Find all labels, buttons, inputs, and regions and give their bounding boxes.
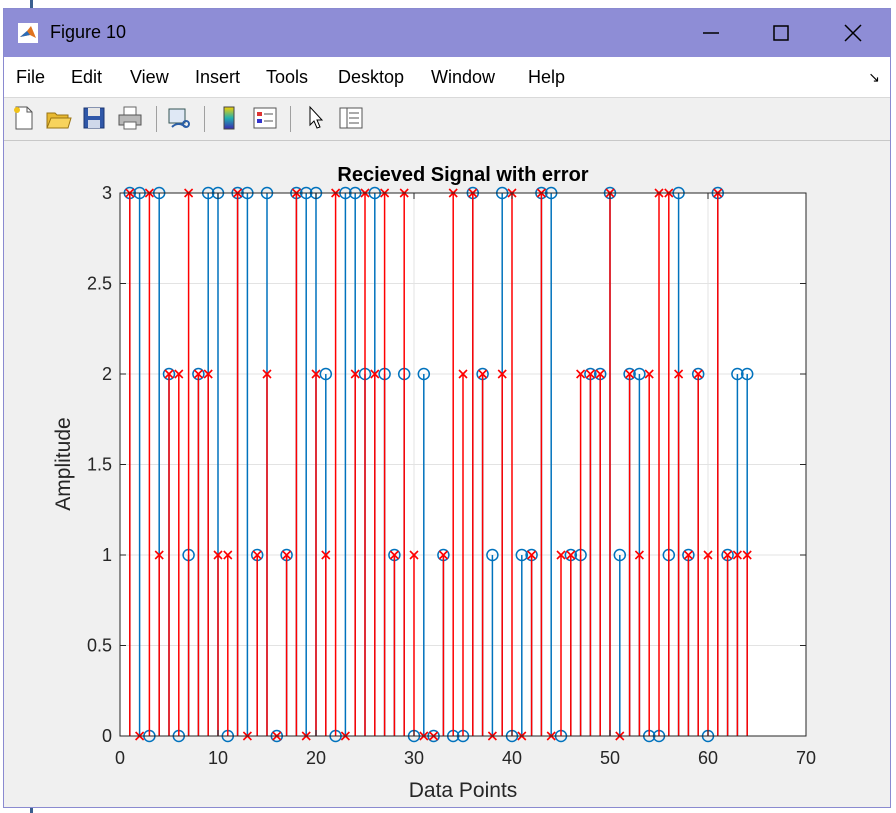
legend-icon[interactable]: [251, 104, 279, 132]
toolbar-separator: [156, 106, 157, 132]
close-button[interactable]: [818, 9, 888, 57]
maximize-icon: [773, 25, 789, 41]
minimize-icon: [703, 32, 719, 34]
y-tick-label: 1.5: [87, 455, 112, 475]
minimize-button[interactable]: [676, 9, 746, 57]
open-file-icon[interactable]: [44, 104, 72, 132]
stem-chart: 0 10 20 30 40 50 60 70 0 0.5 1 1.5 2 2.5 3 Recieved Si…: [52, 164, 816, 802]
menu-view[interactable]: View: [130, 67, 169, 88]
colorbar-icon[interactable]: [216, 104, 244, 132]
x-tick-label: 40: [502, 748, 522, 768]
save-icon[interactable]: [80, 104, 108, 132]
x-tick-label: 30: [404, 748, 424, 768]
menu-insert[interactable]: Insert: [195, 67, 240, 88]
figure-canvas: 0 10 20 30 40 50 60 70 0 0.5 1 1.5 2 2.5 3 Recieved Si…: [4, 141, 890, 807]
close-icon: [844, 24, 862, 42]
menu-bar: File Edit View Insert Tools Desktop Wind…: [4, 57, 890, 98]
matlab-logo-icon: [18, 23, 38, 43]
maximize-button[interactable]: [746, 9, 816, 57]
toolbar: [4, 98, 890, 141]
new-figure-icon[interactable]: [10, 104, 38, 132]
y-tick-label: 3: [102, 183, 112, 203]
x-tick-label: 50: [600, 748, 620, 768]
menu-tools[interactable]: Tools: [266, 67, 308, 88]
y-tick-label: 1: [102, 545, 112, 565]
x-tick-label: 70: [796, 748, 816, 768]
y-tick-label: 0.5: [87, 636, 112, 656]
figure-window: Figure 10 File Edit View Insert Tools De…: [3, 8, 891, 808]
x-tick-label: 60: [698, 748, 718, 768]
menu-file[interactable]: File: [16, 67, 45, 88]
y-axis-label: Amplitude: [52, 417, 75, 510]
x-tick-label: 10: [208, 748, 228, 768]
menu-help[interactable]: Help: [528, 67, 565, 88]
menu-desktop[interactable]: Desktop: [338, 67, 404, 88]
property-inspector-icon[interactable]: [337, 104, 365, 132]
chart-title: Recieved Signal with error: [337, 164, 588, 186]
y-tick-label: 0: [102, 726, 112, 746]
x-tick-label: 0: [115, 748, 125, 768]
menu-edit[interactable]: Edit: [71, 67, 102, 88]
print-icon[interactable]: [116, 104, 144, 132]
toolbar-separator: [290, 106, 291, 132]
link-plot-icon[interactable]: [164, 104, 192, 132]
y-tick-label: 2.5: [87, 274, 112, 294]
x-tick-label: 20: [306, 748, 326, 768]
x-axis-label: Data Points: [409, 779, 518, 802]
toolbar-separator: [204, 106, 205, 132]
title-bar[interactable]: Figure 10: [4, 9, 890, 57]
menu-window[interactable]: Window: [431, 67, 495, 88]
dock-arrow-icon[interactable]: ↘: [868, 69, 880, 86]
window-title: Figure 10: [50, 22, 127, 42]
edit-plot-icon[interactable]: [302, 104, 330, 132]
y-tick-label: 2: [102, 364, 112, 384]
